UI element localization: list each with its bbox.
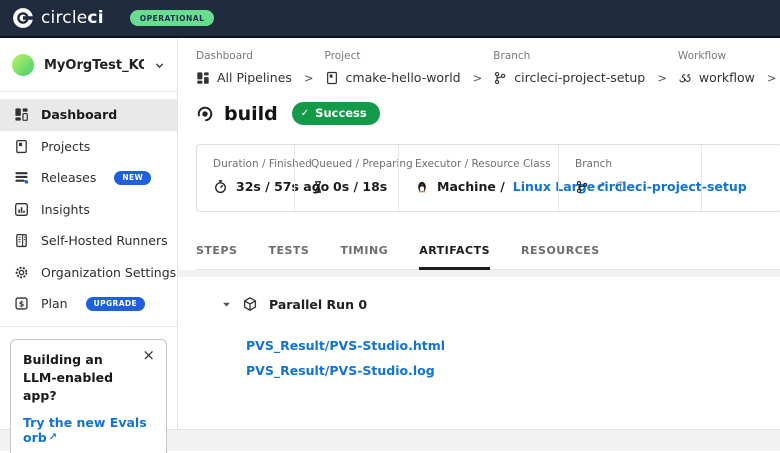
top-bar: circleci OPERATIONAL — [0, 0, 780, 38]
dashboard-icon — [196, 71, 210, 85]
artifact-links: PVS_Result/PVS-Studio.html PVS_Result/PV… — [196, 312, 780, 378]
tab-artifacts[interactable]: ARTIFACTS — [419, 236, 490, 270]
sidebar-nav: Dashboard Projects — [0, 92, 177, 326]
promo-link[interactable]: Try the new Evals orb↗ — [23, 415, 154, 445]
chevron-down-icon — [154, 60, 165, 71]
job-summary-cards: Duration / Finished 32s / 57s ago Queued… — [196, 144, 780, 212]
check-icon: ✓ — [301, 108, 309, 119]
job-header: build ✓ Success — [196, 102, 780, 125]
plan-icon: $ — [14, 296, 29, 311]
sidebar-item-label: Organization Settings — [41, 265, 176, 280]
circleci-logo-icon — [12, 7, 34, 29]
sidebar-item-dashboard[interactable]: Dashboard — [0, 99, 177, 131]
stopwatch-icon — [213, 179, 228, 194]
hourglass-icon — [311, 180, 325, 194]
card-branch: Branch circleci-project-setup — [558, 145, 701, 211]
breadcrumb-project: Project cmake-hello-world > — [325, 50, 483, 85]
parallel-run-toggle[interactable]: Parallel Run 0 — [196, 296, 780, 312]
new-badge: NEW — [114, 171, 151, 185]
org-switcher[interactable]: MyOrgTest_KO... — [0, 38, 177, 91]
artifact-link-log[interactable]: PVS_Result/PVS-Studio.log — [246, 363, 780, 378]
promo-title: Building an LLM-enabled app? — [23, 351, 154, 405]
breadcrumb-link-all-pipelines[interactable]: All Pipelines > — [196, 70, 314, 85]
circleci-logo[interactable]: circleci — [12, 7, 104, 29]
breadcrumb-separator: > — [304, 71, 314, 85]
svg-text:$: $ — [19, 300, 25, 309]
tab-tests[interactable]: TESTS — [268, 236, 309, 270]
sidebar-item-releases[interactable]: Releases NEW — [0, 162, 177, 194]
page-title: build — [224, 103, 278, 125]
external-link-icon: ↗ — [49, 432, 57, 443]
sidebar-item-projects[interactable]: Projects — [0, 131, 177, 163]
branch-icon — [493, 71, 507, 85]
breadcrumb-separator: > — [657, 71, 667, 85]
close-icon[interactable]: × — [142, 348, 155, 363]
caret-down-icon — [222, 300, 231, 309]
breadcrumb-dashboard: Dashboard All Pipelines > — [196, 50, 314, 85]
org-avatar — [12, 54, 34, 76]
artifact-link-html[interactable]: PVS_Result/PVS-Studio.html — [246, 338, 780, 353]
sidebar-divider — [0, 326, 177, 327]
tab-steps[interactable]: STEPS — [196, 236, 237, 270]
parallel-run-label: Parallel Run 0 — [269, 297, 367, 312]
breadcrumb-separator: > — [767, 71, 777, 85]
breadcrumb-link-workflow[interactable]: workflow > — [678, 70, 777, 85]
dashboard-icon — [14, 107, 29, 122]
sidebar-item-label: Dashboard — [41, 107, 117, 122]
tabs-shadow-strip — [178, 270, 780, 277]
breadcrumb-branch: Branch circleci-project-setup > — [493, 50, 667, 85]
sidebar-item-label: Plan — [41, 296, 68, 311]
card-duration-finished: Duration / Finished 32s / 57s ago — [197, 145, 294, 211]
projects-icon — [14, 139, 29, 154]
upgrade-badge: UPGRADE — [86, 297, 145, 311]
breadcrumb-link-project[interactable]: cmake-hello-world > — [325, 70, 483, 85]
breadcrumb-separator: > — [473, 71, 483, 85]
linux-icon — [415, 179, 429, 194]
sidebar-item-plan[interactable]: $ Plan UPGRADE — [0, 288, 177, 320]
insights-icon — [14, 202, 29, 217]
runners-icon — [14, 233, 29, 248]
sidebar-item-insights[interactable]: Insights — [0, 194, 177, 226]
main-content: Dashboard All Pipelines > Projec — [178, 38, 780, 429]
org-name: MyOrgTest_KO... — [44, 58, 144, 73]
gear-icon — [14, 265, 29, 280]
breadcrumb: Dashboard All Pipelines > Projec — [196, 50, 780, 85]
card-queued-preparing: Queued / Preparing 0s / 18s — [294, 145, 398, 211]
sidebar-item-self-hosted-runners[interactable]: Self-Hosted Runners — [0, 225, 177, 257]
sidebar-item-label: Projects — [41, 139, 90, 154]
status-badge-success[interactable]: ✓ Success — [292, 102, 380, 125]
releases-icon — [14, 170, 29, 185]
branch-icon — [575, 180, 589, 194]
promo-card: Building an LLM-enabled app? × Try the n… — [10, 339, 167, 453]
tab-resources[interactable]: RESOURCES — [521, 236, 600, 270]
project-icon — [325, 71, 339, 85]
card-overflow — [701, 145, 780, 211]
sidebar-item-label: Insights — [41, 202, 90, 217]
artifacts-panel: Parallel Run 0 PVS_Result/PVS-Studio.htm… — [196, 277, 780, 378]
breadcrumb-link-branch[interactable]: circleci-project-setup > — [493, 70, 667, 85]
package-icon — [242, 296, 258, 312]
sidebar-item-label: Releases — [41, 170, 96, 185]
sidebar: MyOrgTest_KO... Dashboard — [0, 38, 178, 429]
job-icon — [196, 105, 214, 123]
workflow-icon — [678, 71, 692, 85]
logo-text: circleci — [41, 8, 104, 28]
status-badge-operational[interactable]: OPERATIONAL — [130, 10, 215, 26]
external-link-icon: ↗ — [597, 181, 605, 192]
sidebar-item-organization-settings[interactable]: Organization Settings — [0, 257, 177, 289]
job-tabs: STEPS TESTS TIMING ARTIFACTS RESOURCES — [196, 236, 780, 270]
breadcrumb-workflow: Workflow workflow > — [678, 50, 777, 85]
sidebar-item-label: Self-Hosted Runners — [41, 233, 168, 248]
card-executor-resource-class: Executor / Resource Class Machine / Linu… — [398, 145, 558, 211]
tab-timing[interactable]: TIMING — [340, 236, 388, 270]
